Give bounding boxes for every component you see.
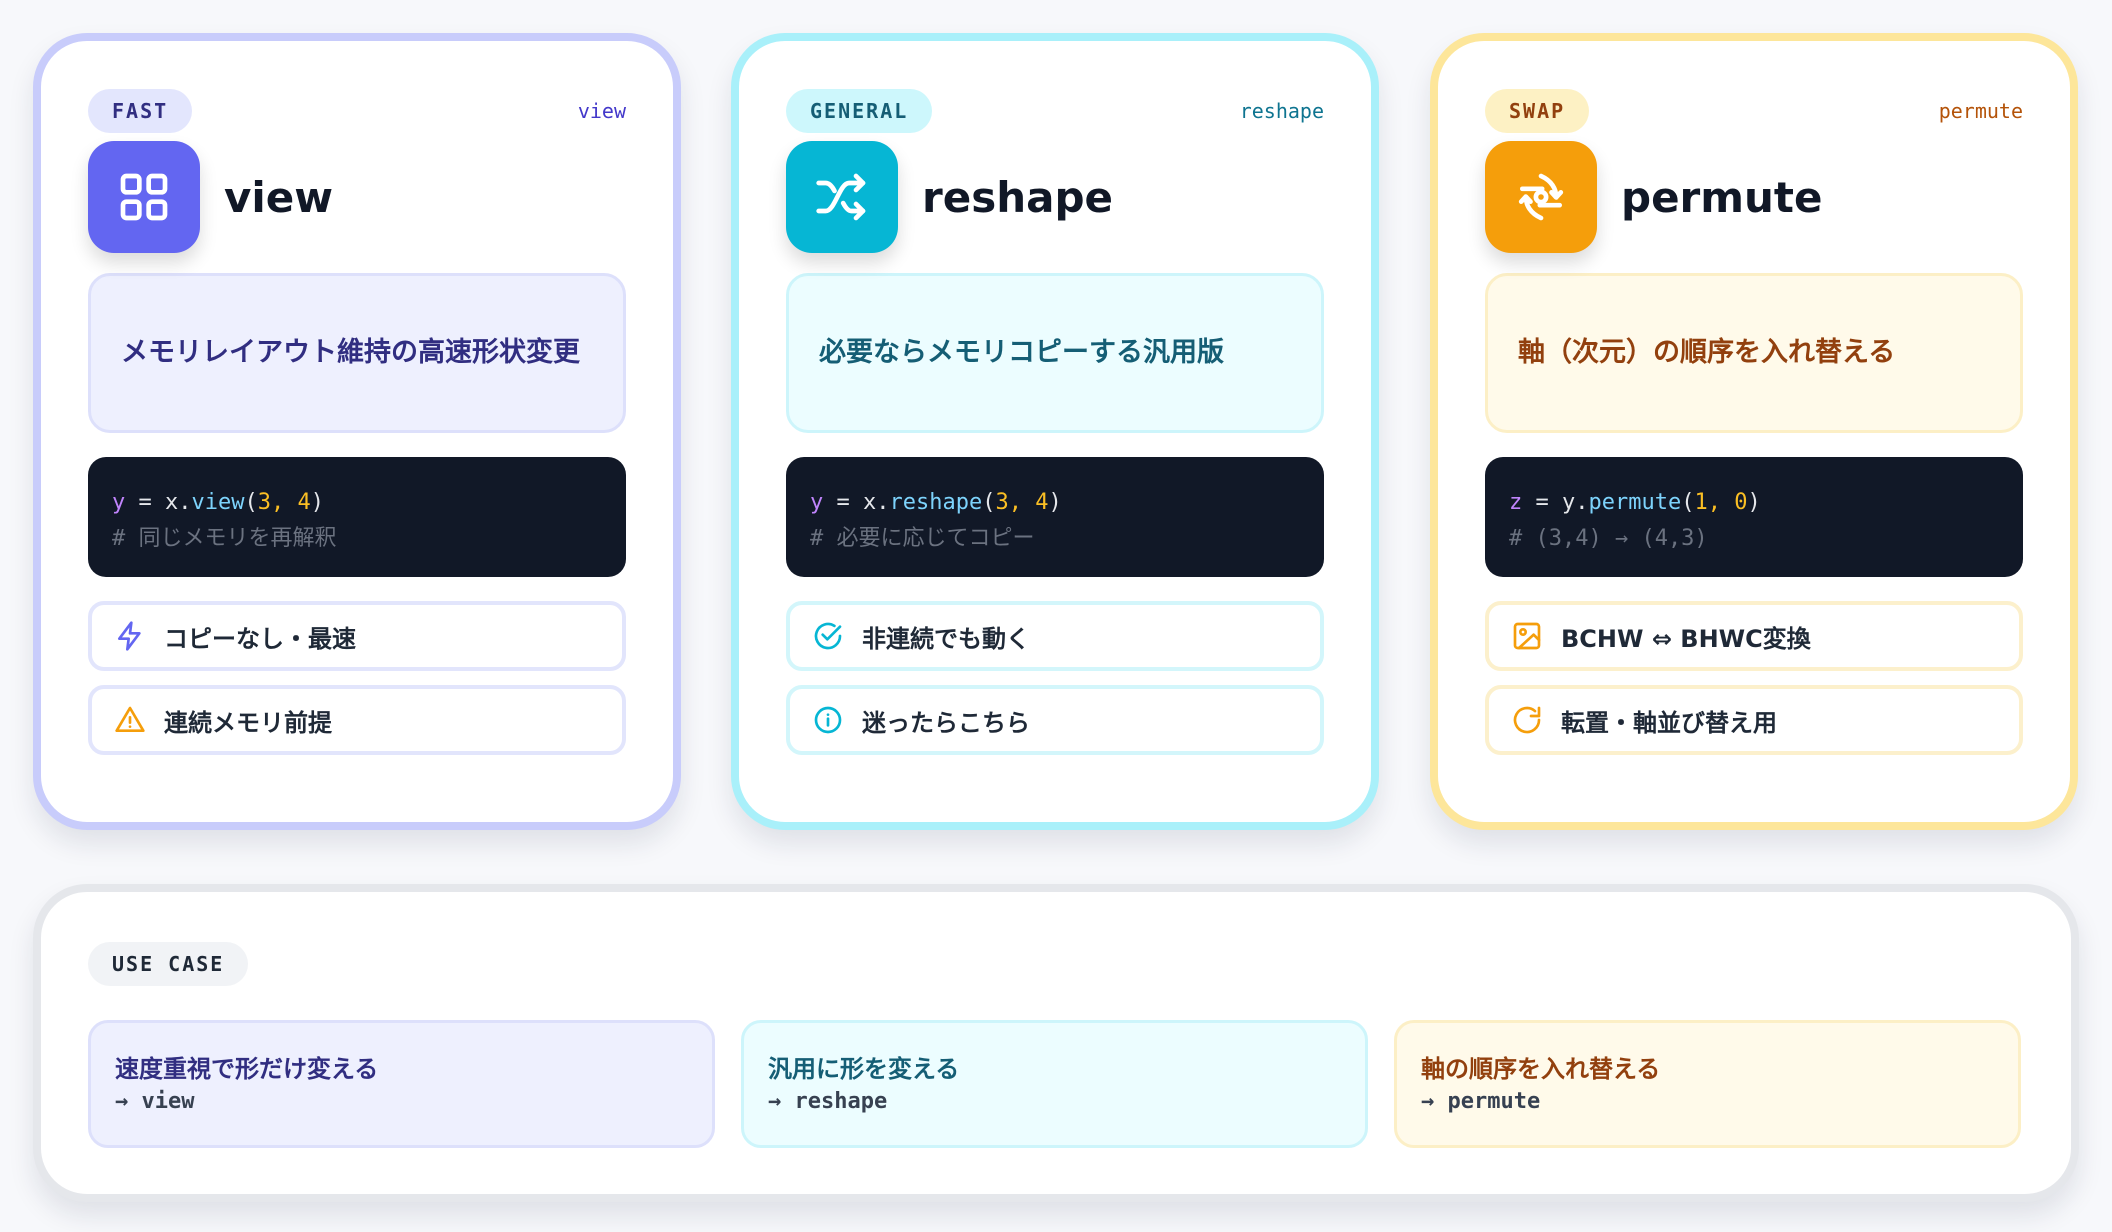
- code-comment: # (3,4) → (4,3): [1509, 526, 1708, 551]
- card-title: permute: [1621, 172, 1823, 222]
- code-paren: ): [1048, 490, 1062, 515]
- badge-swap: SWAP: [1485, 89, 1590, 133]
- code-var: y: [810, 490, 824, 515]
- use-case-badge: USE CASE: [88, 942, 249, 986]
- code-sep: ,: [270, 490, 298, 515]
- feature-label: 転置・軸並び替え用: [1561, 708, 1777, 737]
- card-description: 必要ならメモリコピーする汎用版: [786, 273, 1324, 433]
- card-header: SWAP permute: [1485, 89, 2023, 133]
- code-fn: reshape: [889, 490, 983, 515]
- title-row: view: [88, 141, 626, 253]
- use-case-api: → permute: [1421, 1089, 1541, 1114]
- code-fn: view: [191, 490, 245, 515]
- feature-item: 非連続でも動く: [786, 601, 1324, 671]
- warning-icon: [115, 706, 145, 732]
- code-var: z: [1509, 490, 1523, 515]
- code-block: y = x.view(3, 4) # 同じメモリを再解釈: [88, 457, 626, 577]
- code-arg: 4: [1035, 490, 1049, 515]
- use-case-title: 軸の順序を入れ替える: [1421, 1055, 1661, 1083]
- code-line: y = x.reshape(3, 4): [810, 485, 1300, 521]
- badge-general: GENERAL: [786, 89, 933, 133]
- feature-item: 迷ったらこちら: [786, 685, 1324, 755]
- code-line: y = x.view(3, 4): [112, 485, 602, 521]
- code-paren: ): [310, 490, 324, 515]
- code-obj: x.: [863, 490, 890, 515]
- lightning-icon: [118, 621, 141, 651]
- code-eq: =: [823, 490, 863, 515]
- card-header: FAST view: [88, 89, 626, 133]
- code-eq: =: [125, 490, 165, 515]
- code-block: z = y.permute(1, 0) # (3,4) → (4,3): [1485, 457, 2023, 577]
- feature-item: 転置・軸並び替え用: [1485, 685, 2023, 755]
- use-case-panel: USE CASE 速度重視で形だけ変える → view 汎用に形を変える → r…: [33, 884, 2079, 1202]
- grid-icon: [88, 141, 200, 253]
- card-description: メモリレイアウト維持の高速形状変更: [88, 273, 626, 433]
- api-tag: permute: [1938, 99, 2023, 123]
- api-tag: reshape: [1239, 99, 1324, 123]
- feature-label: 非連続でも動く: [862, 624, 1030, 653]
- use-case-api: → view: [115, 1089, 195, 1114]
- feature-label: コピーなし・最速: [164, 624, 356, 653]
- code-arg: 4: [297, 490, 311, 515]
- code-arg: 0: [1734, 490, 1748, 515]
- stage: FAST view view メモリレイアウト維持の高速形状変更 y = x.v…: [0, 0, 2112, 1232]
- refresh-icon: [1513, 706, 1541, 734]
- code-paren: (: [982, 490, 996, 515]
- code-obj: y.: [1562, 490, 1589, 515]
- card-permute: SWAP permute permute 軸（次元）の順序を入れ替える z = …: [1430, 33, 2078, 830]
- description-text: 軸（次元）の順序を入れ替える: [1518, 337, 1896, 368]
- code-paren: (: [244, 490, 258, 515]
- code-sep: ,: [1008, 490, 1036, 515]
- title-row: reshape: [786, 141, 1324, 253]
- use-case-api: → reshape: [768, 1089, 888, 1114]
- code-paren: (: [1681, 490, 1695, 515]
- card-description: 軸（次元）の順序を入れ替える: [1485, 273, 2023, 433]
- feature-label: BCHW ⇔ BHWC変換: [1561, 624, 1811, 653]
- code-paren: ): [1747, 490, 1761, 515]
- badge-fast: FAST: [88, 89, 193, 133]
- feature-item: BCHW ⇔ BHWC変換: [1485, 601, 2023, 671]
- code-arg: 1: [1694, 490, 1708, 515]
- card-reshape: GENERAL reshape reshape 必要ならメモリコピーする汎用版 …: [731, 33, 1379, 830]
- feature-item: コピーなし・最速: [88, 601, 626, 671]
- image-icon: [1513, 622, 1541, 650]
- feature-label: 迷ったらこちら: [862, 708, 1030, 737]
- card-title: view: [224, 172, 334, 222]
- code-line: z = y.permute(1, 0): [1509, 485, 1999, 521]
- feature-label: 連続メモリ前提: [164, 708, 332, 737]
- code-comment: # 同じメモリを再解釈: [112, 526, 337, 551]
- use-case-item-permute: 軸の順序を入れ替える → permute: [1394, 1020, 2021, 1148]
- use-case-item-view: 速度重視で形だけ変える → view: [88, 1020, 715, 1148]
- use-case-title: 汎用に形を変える: [768, 1055, 960, 1083]
- shuffle-icon: [786, 141, 898, 253]
- use-case-row: 速度重視で形だけ変える → view 汎用に形を変える → reshape 軸の…: [88, 1020, 2024, 1148]
- title-row: permute: [1485, 141, 2023, 253]
- code-arg: 3: [257, 490, 271, 515]
- rotate-axes-icon: [1485, 141, 1597, 253]
- check-circle-icon: [814, 622, 842, 650]
- card-view: FAST view view メモリレイアウト維持の高速形状変更 y = x.v…: [33, 33, 681, 830]
- code-fn: permute: [1588, 490, 1682, 515]
- code-arg: 3: [995, 490, 1009, 515]
- code-sep: ,: [1707, 490, 1735, 515]
- api-tag: view: [577, 99, 626, 123]
- card-header: GENERAL reshape: [786, 89, 1324, 133]
- code-eq: =: [1522, 490, 1562, 515]
- info-icon: [814, 706, 842, 734]
- code-var: y: [112, 490, 126, 515]
- description-text: メモリレイアウト維持の高速形状変更: [121, 337, 580, 368]
- description-text: 必要ならメモリコピーする汎用版: [819, 337, 1224, 368]
- code-block: y = x.reshape(3, 4) # 必要に応じてコピー: [786, 457, 1324, 577]
- feature-item: 連続メモリ前提: [88, 685, 626, 755]
- code-comment: # 必要に応じてコピー: [810, 526, 1035, 551]
- code-obj: x.: [165, 490, 192, 515]
- card-title: reshape: [922, 172, 1113, 222]
- use-case-title: 速度重視で形だけ変える: [115, 1055, 379, 1083]
- use-case-item-reshape: 汎用に形を変える → reshape: [741, 1020, 1368, 1148]
